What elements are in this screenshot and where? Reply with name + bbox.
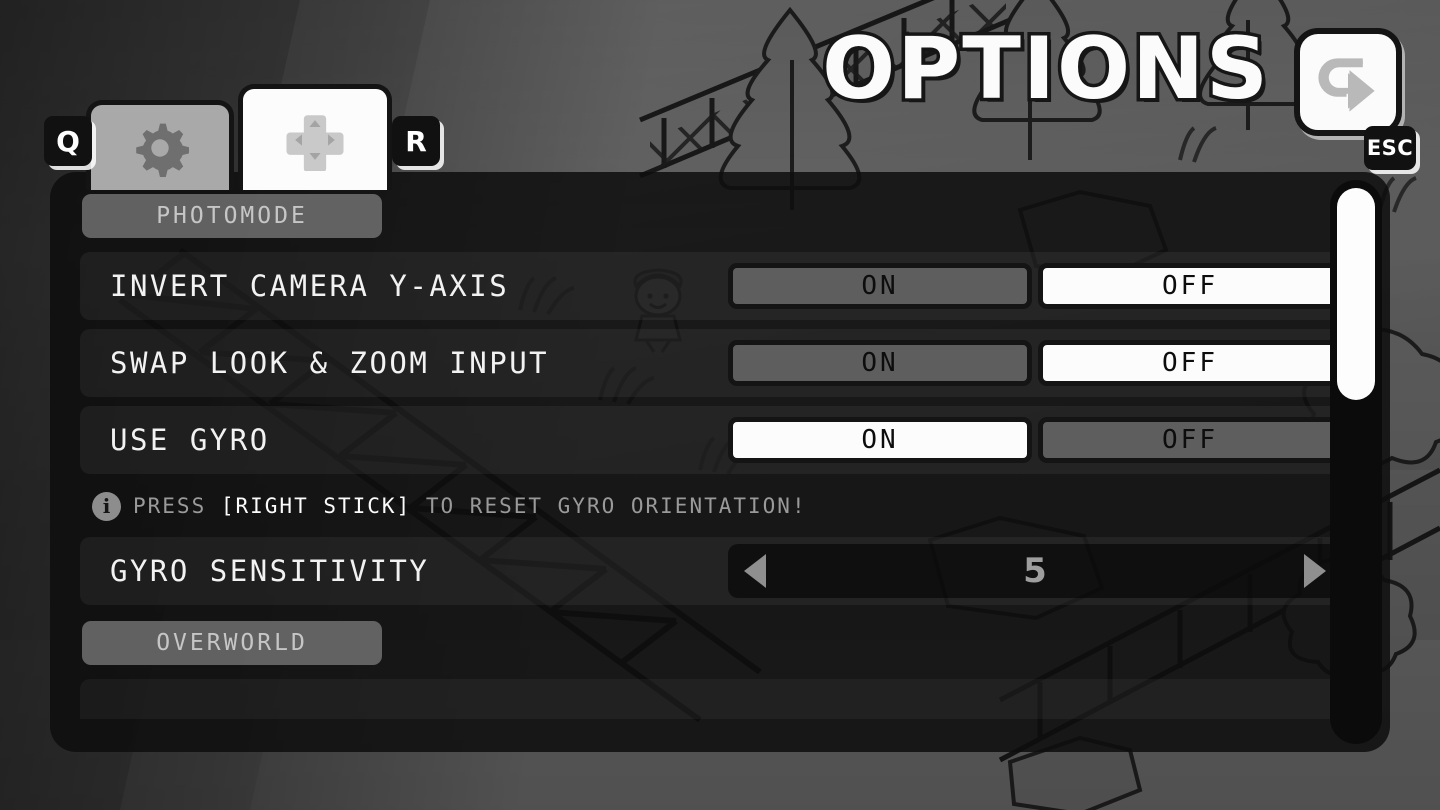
toggle-off-use-gyro[interactable]: OFF bbox=[1038, 417, 1342, 463]
gyro-hint-text: PRESS [RIGHT STICK] TO RESET GYRO ORIENT… bbox=[133, 494, 807, 518]
stepper-value: 5 bbox=[1023, 551, 1047, 591]
gyro-hint: i PRESS [RIGHT STICK] TO RESET GYRO ORIE… bbox=[80, 483, 1360, 529]
tab-bar bbox=[86, 84, 392, 190]
title-bar: OPTIONS bbox=[819, 19, 1272, 119]
chevron-left-icon[interactable] bbox=[744, 554, 766, 588]
tab-controls[interactable] bbox=[238, 84, 392, 190]
option-row-invert-camera-y-axis[interactable]: INVERT CAMERA Y-AXIS ON OFF bbox=[80, 252, 1360, 320]
options-screen: OPTIONS ESC Q R PHOTOMODE INVERT CAMERA … bbox=[0, 0, 1440, 810]
gear-icon bbox=[136, 123, 189, 177]
info-icon: i bbox=[92, 491, 121, 521]
hint-suffix: TO RESET GYRO ORIENTATION! bbox=[411, 494, 807, 518]
vertical-scrollbar-track[interactable] bbox=[1330, 180, 1382, 744]
chevron-right-icon[interactable] bbox=[1303, 554, 1326, 588]
key-hint-r[interactable]: R bbox=[392, 116, 440, 166]
hint-prefix: PRESS bbox=[133, 494, 221, 518]
toggle-group-swap-look-zoom-input: ON OFF bbox=[728, 340, 1342, 386]
option-row-gyro-sensitivity[interactable]: GYRO SENSITIVITY 5 bbox=[80, 537, 1360, 605]
toggle-group-use-gyro: ON OFF bbox=[728, 417, 1342, 463]
option-rows-photomode: INVERT CAMERA Y-AXIS ON OFF SWAP LOOK & … bbox=[50, 252, 1390, 605]
section-header-label: PHOTOMODE bbox=[156, 203, 308, 229]
section-header-photomode: PHOTOMODE bbox=[82, 194, 382, 238]
key-hint-esc[interactable]: ESC bbox=[1364, 126, 1416, 170]
key-hint-q[interactable]: Q bbox=[44, 116, 92, 166]
section-header-overworld: OVERWORLD bbox=[82, 621, 382, 665]
return-arrow-icon bbox=[1318, 58, 1375, 112]
page-title: OPTIONS bbox=[819, 19, 1272, 119]
dpad-icon bbox=[286, 114, 344, 171]
toggle-on-swap-look-zoom-input[interactable]: ON bbox=[728, 340, 1032, 386]
tab-general[interactable] bbox=[86, 100, 234, 190]
toggle-group-invert-camera-y-axis: ON OFF bbox=[728, 263, 1342, 309]
option-row-swap-look-zoom-input[interactable]: SWAP LOOK & ZOOM INPUT ON OFF bbox=[80, 329, 1360, 397]
section-header-label: OVERWORLD bbox=[156, 630, 308, 656]
vertical-scrollbar-thumb[interactable] bbox=[1337, 188, 1375, 400]
back-button[interactable] bbox=[1294, 28, 1402, 136]
option-label: USE GYRO bbox=[110, 423, 270, 457]
stepper-gyro-sensitivity: 5 bbox=[728, 544, 1342, 598]
toggle-on-use-gyro[interactable]: ON bbox=[728, 417, 1032, 463]
toggle-off-swap-look-zoom-input[interactable]: OFF bbox=[1038, 340, 1342, 386]
option-row-partial[interactable] bbox=[80, 679, 1360, 719]
option-label: INVERT CAMERA Y-AXIS bbox=[110, 269, 510, 303]
toggle-off-invert-camera-y-axis[interactable]: OFF bbox=[1038, 263, 1342, 309]
option-row-use-gyro[interactable]: USE GYRO ON OFF bbox=[80, 406, 1360, 474]
options-panel: PHOTOMODE INVERT CAMERA Y-AXIS ON OFF SW… bbox=[50, 172, 1390, 752]
toggle-on-invert-camera-y-axis[interactable]: ON bbox=[728, 263, 1032, 309]
hint-highlight: [RIGHT STICK] bbox=[220, 494, 412, 518]
option-label: SWAP LOOK & ZOOM INPUT bbox=[110, 346, 550, 380]
option-label: GYRO SENSITIVITY bbox=[110, 554, 430, 588]
